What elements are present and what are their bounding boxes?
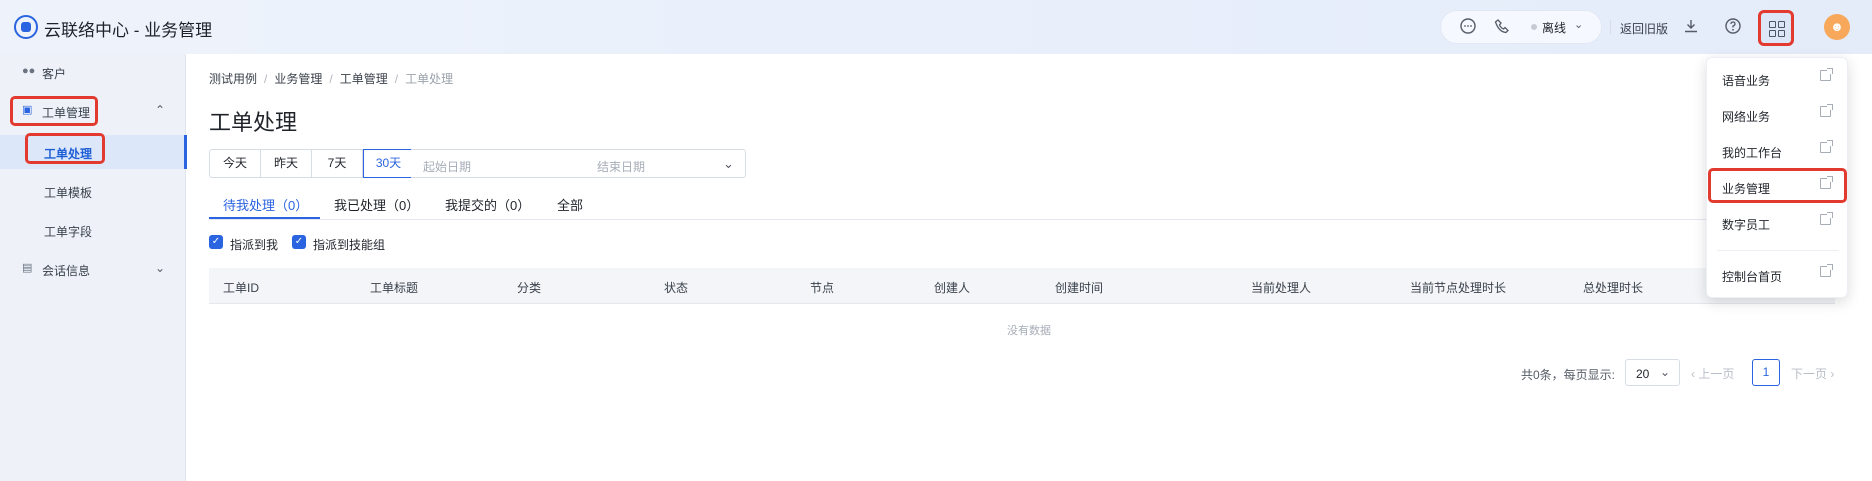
page-number-button[interactable]: 1	[1752, 359, 1780, 386]
date-option-yesterday[interactable]: 昨天	[261, 149, 312, 178]
top-header: 云联络中心 - 业务管理 离线 ⌄ 返回旧版 ☻	[0, 0, 1872, 54]
tab-submitted[interactable]: 我提交的（0）	[445, 195, 530, 214]
download-icon[interactable]	[1681, 17, 1701, 37]
chevron-down-icon: ⌄	[155, 261, 166, 275]
external-link-icon	[1820, 68, 1833, 81]
external-link-icon	[1820, 264, 1833, 277]
old-version-link[interactable]: 返回旧版	[1620, 20, 1668, 37]
prev-page-button[interactable]: ‹ 上一页	[1691, 365, 1734, 382]
tab-active-indicator	[209, 217, 320, 219]
external-link-icon	[1820, 140, 1833, 153]
sidebar-item-label: 客户	[42, 67, 67, 81]
tab-processed[interactable]: 我已处理（0）	[334, 195, 419, 214]
column-header: 创建时间	[1055, 281, 1104, 295]
breadcrumb-item[interactable]: 工单管理	[340, 72, 388, 86]
external-link-icon	[1820, 212, 1833, 225]
sidebar-item-label: 工单字段	[44, 225, 93, 239]
sidebar: ●● 客户 ▣ 工单管理 ⌃ 工单处理 工单模板 工单字段 ▤ 会话信息 ⌄	[0, 54, 187, 481]
date-quick-select: 今天 昨天 7天 30天	[209, 149, 414, 178]
table-header: 工单ID 工单标题 分类 状态 节点 创建人 创建时间 当前处理人 当前节点处理…	[209, 268, 1835, 304]
check-icon: ✓	[292, 235, 306, 249]
column-header: 创建人	[934, 281, 971, 295]
chart-icon: ▤	[22, 262, 33, 274]
menu-item-network-business[interactable]: 网络业务	[1707, 99, 1849, 131]
breadcrumb-item[interactable]: 业务管理	[274, 72, 322, 86]
external-link-icon	[1820, 176, 1833, 189]
status-dot	[1531, 24, 1537, 30]
chevron-down-icon[interactable]: ⌄	[1574, 18, 1583, 31]
apps-grid-button[interactable]	[1758, 10, 1794, 46]
date-option-7days[interactable]: 7天	[312, 149, 363, 178]
empty-state: 没有数据	[1007, 325, 1051, 337]
column-header: 当前处理人	[1251, 281, 1312, 295]
page-size-select[interactable]: 20 ⌄	[1625, 359, 1680, 386]
sidebar-item-ticket-fields[interactable]: 工单字段	[0, 213, 186, 247]
menu-item-business-management[interactable]: 业务管理	[1707, 171, 1849, 203]
sidebar-item-ticket-template[interactable]: 工单模板	[0, 174, 186, 208]
sidebar-item-ticket-management[interactable]: ▣ 工单管理 ⌃	[0, 93, 186, 129]
sidebar-item-label: 工单管理	[42, 106, 91, 120]
sidebar-item-ticket-processing[interactable]: 工单处理	[0, 135, 187, 169]
sidebar-item-label: 工单模板	[44, 186, 93, 200]
column-header: 分类	[517, 281, 542, 295]
chat-icon[interactable]	[1458, 17, 1478, 37]
date-option-today[interactable]: 今天	[209, 149, 261, 178]
clipboard-icon: ▣	[22, 104, 33, 116]
column-header: 节点	[810, 281, 835, 295]
column-header: 工单标题	[370, 281, 419, 295]
app-title: 云联络中心 - 业务管理	[44, 21, 213, 40]
next-page-button[interactable]: 下一页 ›	[1791, 365, 1834, 382]
sidebar-item-customer[interactable]: ●● 客户	[0, 54, 186, 90]
date-range-picker[interactable]: 起始日期 结束日期 ⌄	[411, 149, 746, 178]
ticket-tabs: 待我处理（0） 我已处理（0） 我提交的（0） 全部	[209, 190, 1835, 220]
menu-item-console-home[interactable]: 控制台首页	[1707, 259, 1849, 291]
column-header: 总处理时长	[1583, 281, 1644, 295]
column-header: 工单ID	[223, 281, 260, 295]
apps-dropdown: 语音业务 网络业务 我的工作台 业务管理 数字员工 控制台首页	[1706, 57, 1848, 298]
column-header: 当前节点处理时长	[1410, 281, 1507, 295]
avatar[interactable]: ☻	[1824, 14, 1850, 40]
chevron-up-icon: ⌃	[155, 103, 166, 117]
page-title: 工单处理	[209, 110, 298, 135]
breadcrumb: 测试用例 / 业务管理 / 工单管理 / 工单处理	[209, 72, 454, 86]
help-icon[interactable]	[1723, 17, 1743, 37]
chevron-down-icon: ⌄	[1660, 365, 1671, 379]
column-header: 状态	[664, 281, 689, 295]
apps-grid-icon	[1769, 21, 1776, 28]
sidebar-item-session-info[interactable]: ▤ 会话信息 ⌄	[0, 251, 186, 287]
logo-icon	[14, 15, 38, 39]
sidebar-item-label: 工单处理	[44, 147, 93, 161]
users-icon: ●●	[22, 65, 36, 77]
pager-total: 共0条，每页显示:	[1521, 368, 1616, 382]
header-divider	[1610, 20, 1611, 34]
check-icon: ✓	[209, 235, 223, 249]
menu-item-my-workbench[interactable]: 我的工作台	[1707, 135, 1849, 167]
breadcrumb-item[interactable]: 测试用例	[209, 72, 257, 86]
end-date-input[interactable]: 结束日期	[597, 158, 645, 175]
tab-all[interactable]: 全部	[557, 195, 583, 214]
date-option-30days[interactable]: 30天	[363, 149, 414, 178]
phone-icon[interactable]	[1492, 17, 1512, 37]
sidebar-item-label: 会话信息	[42, 264, 91, 278]
menu-item-digital-staff[interactable]: 数字员工	[1707, 207, 1849, 239]
tab-pending-me[interactable]: 待我处理（0）	[223, 195, 308, 214]
breadcrumb-current: 工单处理	[405, 72, 454, 86]
chevron-down-icon[interactable]: ⌄	[723, 156, 734, 172]
status-dropdown[interactable]: 离线	[1542, 19, 1566, 36]
menu-item-voice-business[interactable]: 语音业务	[1707, 63, 1849, 95]
external-link-icon	[1820, 104, 1833, 117]
start-date-input[interactable]: 起始日期	[423, 158, 471, 175]
menu-divider	[1717, 250, 1839, 251]
